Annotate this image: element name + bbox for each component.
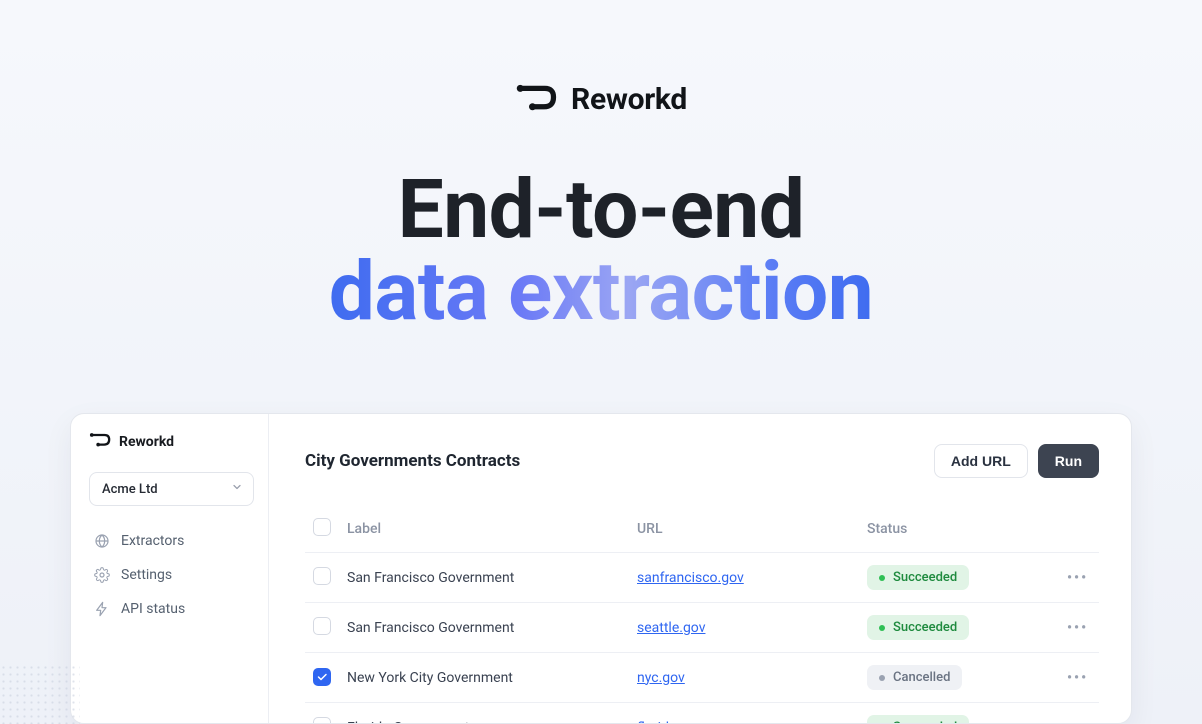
extractors-table: Label URL Status San Francisco Governmen… [305, 506, 1099, 724]
more-horizontal-icon: ••• [1067, 670, 1088, 686]
table-row: Florida Government florida.gov.us Succeede… [305, 703, 1099, 724]
row-label: Florida Government [339, 703, 629, 724]
sidebar-item-label: Extractors [121, 533, 184, 549]
chevron-down-icon [231, 481, 243, 497]
status-badge: Succeeded [867, 715, 969, 724]
org-selector-value: Acme Ltd [102, 482, 158, 497]
headline-line2: data extraction [329, 251, 873, 333]
bolt-icon [93, 600, 111, 618]
gear-icon [93, 566, 111, 584]
table-row: San Francisco Government sanfrancisco.gov… [305, 553, 1099, 603]
hero-brand-name: Reworkd [571, 82, 687, 117]
more-horizontal-icon: ••• [1067, 620, 1088, 636]
row-checkbox[interactable] [313, 617, 331, 635]
column-header-status: Status [859, 506, 1059, 553]
more-horizontal-icon: ••• [1067, 720, 1088, 724]
page-title: City Governments Contracts [305, 451, 520, 471]
sidebar: Reworkd Acme Ltd Extractors Settings [71, 414, 269, 723]
sidebar-item-api-status[interactable]: API status [89, 592, 254, 626]
status-text: Succeeded [893, 720, 957, 724]
reworkd-logo-icon [515, 83, 557, 117]
table-row: San Francisco Government seattle.gov Succe… [305, 603, 1099, 653]
hero-headline: End-to-end data extraction [329, 169, 873, 333]
sidebar-item-extractors[interactable]: Extractors [89, 524, 254, 558]
select-all-checkbox[interactable] [313, 518, 331, 536]
status-dot-icon [879, 575, 885, 581]
row-menu-button[interactable]: ••• [1067, 670, 1088, 686]
sidebar-item-settings[interactable]: Settings [89, 558, 254, 592]
row-checkbox[interactable] [313, 668, 331, 686]
row-checkbox[interactable] [313, 717, 331, 724]
row-checkbox[interactable] [313, 567, 331, 585]
row-label: San Francisco Government [339, 553, 629, 603]
sidebar-item-label: Settings [121, 567, 172, 583]
column-header-label: Label [339, 506, 629, 553]
column-header-url: URL [629, 506, 859, 553]
globe-icon [93, 532, 111, 550]
hero-brand: Reworkd [515, 82, 687, 117]
row-url-link[interactable]: seattle.gov [637, 620, 705, 636]
status-dot-icon [879, 625, 885, 631]
row-url-link[interactable]: florida.gov.us [637, 720, 721, 724]
row-label: San Francisco Government [339, 603, 629, 653]
status-badge: Succeeded [867, 565, 969, 590]
table-row: New York City Government nyc.gov Cancelled… [305, 653, 1099, 703]
row-menu-button[interactable]: ••• [1067, 570, 1088, 586]
sidebar-item-label: API status [121, 601, 185, 617]
status-badge: Succeeded [867, 615, 969, 640]
row-menu-button[interactable]: ••• [1067, 620, 1088, 636]
row-url-link[interactable]: nyc.gov [637, 670, 685, 686]
sidebar-brand: Reworkd [89, 432, 254, 452]
sidebar-nav: Extractors Settings API status [89, 524, 254, 626]
status-badge: Cancelled [867, 665, 962, 690]
run-button[interactable]: Run [1038, 444, 1099, 478]
headline-line1: End-to-end [329, 169, 873, 251]
status-text: Cancelled [893, 670, 950, 685]
status-text: Succeeded [893, 620, 957, 635]
row-url-link[interactable]: sanfrancisco.gov [637, 570, 744, 586]
app-window: Reworkd Acme Ltd Extractors Settings [70, 413, 1132, 724]
status-text: Succeeded [893, 570, 957, 585]
add-url-button[interactable]: Add URL [934, 444, 1028, 478]
status-dot-icon [879, 675, 885, 681]
sidebar-brand-name: Reworkd [119, 434, 174, 450]
toolbar: City Governments Contracts Add URL Run [305, 444, 1099, 478]
more-horizontal-icon: ••• [1067, 570, 1088, 586]
reworkd-logo-icon [89, 432, 111, 452]
decorative-dots [0, 664, 80, 724]
main-panel: City Governments Contracts Add URL Run L… [269, 414, 1131, 723]
row-label: New York City Government [339, 653, 629, 703]
org-selector[interactable]: Acme Ltd [89, 472, 254, 506]
row-menu-button[interactable]: ••• [1067, 720, 1088, 724]
